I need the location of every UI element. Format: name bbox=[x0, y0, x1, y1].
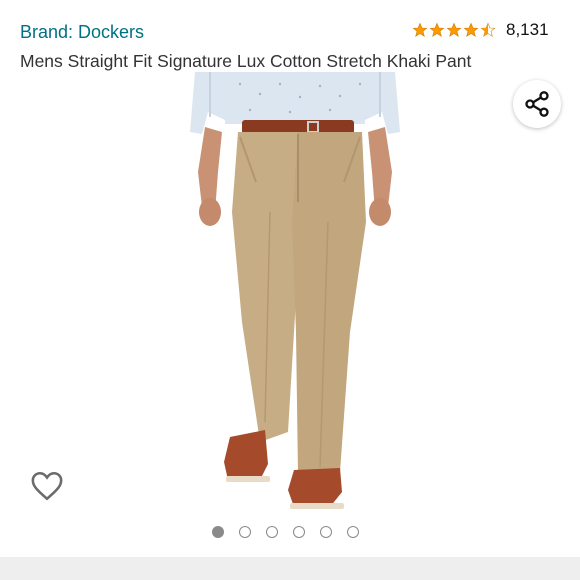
carousel-dot[interactable] bbox=[212, 526, 224, 538]
star-icon bbox=[446, 22, 462, 37]
star-half-icon bbox=[480, 22, 496, 37]
rating-widget[interactable]: 8,131 bbox=[412, 20, 549, 40]
divider bbox=[0, 557, 580, 580]
carousel-dot[interactable] bbox=[239, 526, 251, 538]
star-icon bbox=[463, 22, 479, 37]
heart-icon bbox=[31, 471, 63, 501]
product-image[interactable] bbox=[170, 72, 420, 512]
share-icon bbox=[525, 91, 549, 117]
carousel-dot[interactable] bbox=[320, 526, 332, 538]
brand-link[interactable]: Brand: Dockers bbox=[20, 22, 144, 43]
review-count: 8,131 bbox=[506, 20, 549, 39]
wishlist-button[interactable] bbox=[30, 470, 64, 502]
product-title: Mens Straight Fit Signature Lux Cotton S… bbox=[20, 51, 472, 71]
star-icon bbox=[429, 22, 445, 37]
carousel-dot[interactable] bbox=[347, 526, 359, 538]
carousel-dot[interactable] bbox=[266, 526, 278, 538]
share-button[interactable] bbox=[513, 80, 561, 128]
star-rating bbox=[412, 22, 496, 38]
image-carousel-indicator bbox=[212, 526, 359, 538]
carousel-dot[interactable] bbox=[293, 526, 305, 538]
star-icon bbox=[412, 22, 428, 37]
